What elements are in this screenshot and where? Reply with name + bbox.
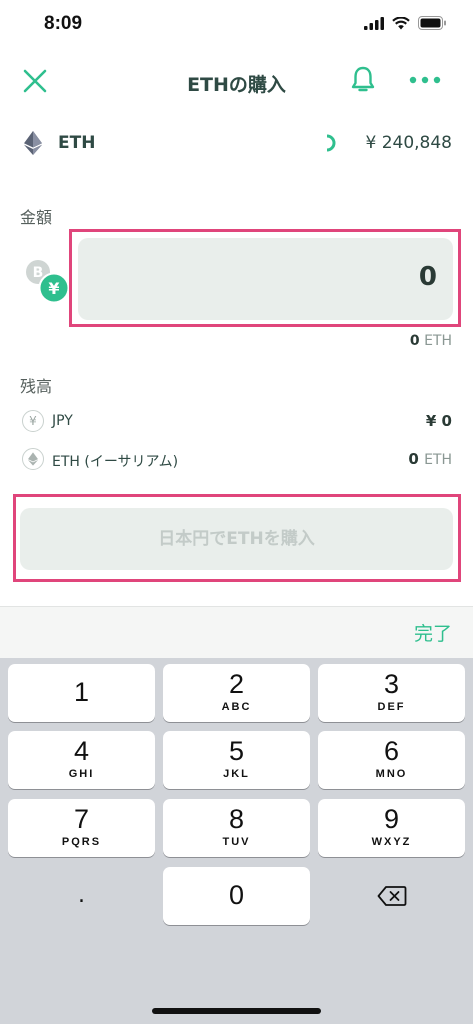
balance-value-eth: 0 ETH bbox=[408, 450, 452, 468]
page-title: ETHの購入 bbox=[187, 74, 286, 96]
balance-value-jpy: ¥ 0 bbox=[425, 412, 452, 430]
key-8[interactable]: 8 TUV bbox=[163, 799, 310, 857]
eth-logo-icon bbox=[24, 131, 42, 155]
bell-icon[interactable] bbox=[349, 65, 377, 95]
key-9[interactable]: 9 WXYZ bbox=[318, 799, 465, 857]
balance-label: 残高 bbox=[20, 377, 53, 396]
buy-button[interactable]: 日本円でETHを購入 bbox=[20, 508, 453, 570]
eth-icon bbox=[22, 448, 44, 470]
more-icon[interactable] bbox=[407, 72, 443, 88]
header: ETHの購入 bbox=[0, 56, 473, 108]
status-time: 8:09 bbox=[44, 13, 83, 34]
battery-icon bbox=[418, 16, 446, 30]
balance-label-jpy: JPY bbox=[52, 413, 73, 429]
currency-toggle[interactable]: B ¥ bbox=[24, 258, 72, 304]
yen-icon: ¥ bbox=[38, 272, 70, 304]
keyboard-toolbar: 完了 bbox=[0, 606, 473, 658]
amount-converted-unit: ETH bbox=[424, 333, 452, 349]
yen-icon: ¥ bbox=[22, 410, 44, 432]
key-2[interactable]: 2 ABC bbox=[163, 664, 310, 722]
balance-row-eth: ETH (イーサリアム) 0 ETH bbox=[0, 446, 473, 474]
asset-row: ETH ¥ 240,848 bbox=[0, 124, 473, 162]
asset-price: ¥ 240,848 bbox=[365, 133, 452, 153]
number-keyboard: 1 2 ABC 3 DEF 4 GHI 5 JKL 6 MNO 7 PQRS 8… bbox=[0, 658, 473, 1024]
key-0[interactable]: 0 bbox=[163, 867, 310, 925]
amount-input[interactable]: 0 bbox=[78, 238, 453, 320]
balance-row-jpy: ¥ JPY ¥ 0 bbox=[0, 408, 473, 436]
amount-converted: 0 ETH bbox=[410, 333, 452, 349]
svg-text:¥: ¥ bbox=[48, 279, 59, 298]
wifi-icon bbox=[392, 16, 410, 29]
key-7[interactable]: 7 PQRS bbox=[8, 799, 155, 857]
status-bar: 8:09 bbox=[0, 0, 473, 50]
signal-icon bbox=[364, 16, 384, 30]
key-3[interactable]: 3 DEF bbox=[318, 664, 465, 722]
key-5[interactable]: 5 JKL bbox=[163, 731, 310, 789]
status-icons bbox=[364, 16, 447, 30]
key-1[interactable]: 1 bbox=[8, 664, 155, 722]
key-6[interactable]: 6 MNO bbox=[318, 731, 465, 789]
home-indicator bbox=[152, 1008, 321, 1014]
backspace-key[interactable] bbox=[318, 867, 465, 925]
asset-name: ETH bbox=[58, 133, 96, 153]
key-decimal[interactable]: . bbox=[8, 867, 155, 925]
backspace-icon bbox=[377, 886, 406, 906]
amount-label: 金額 bbox=[20, 208, 53, 227]
done-button[interactable]: 完了 bbox=[414, 619, 452, 646]
spinner-icon bbox=[326, 134, 336, 152]
amount-converted-value: 0 bbox=[409, 333, 420, 349]
key-4[interactable]: 4 GHI bbox=[8, 731, 155, 789]
balance-label-eth: ETH (イーサリアム) bbox=[52, 454, 179, 470]
